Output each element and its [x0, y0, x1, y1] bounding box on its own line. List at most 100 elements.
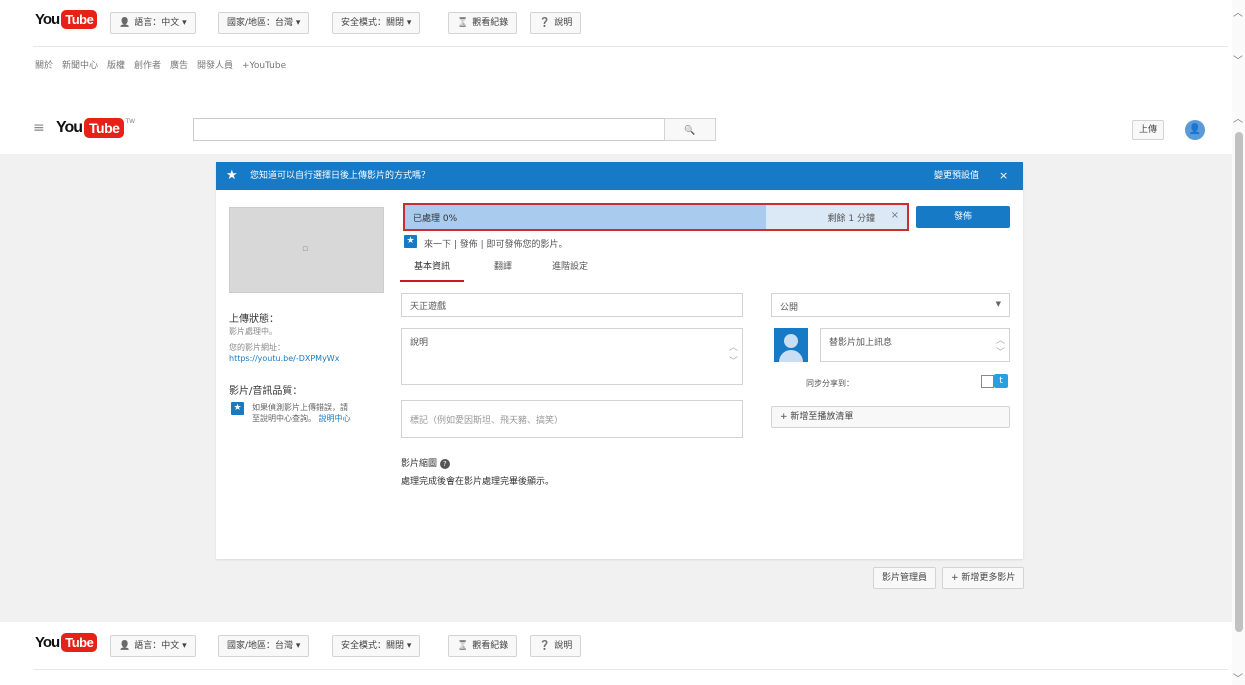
pill-label: 國家/地區：台灣 ▾ [227, 641, 301, 651]
share-message-input[interactable]: 替影片加上訊息 ︿ ﹀ [820, 328, 1010, 362]
header-pill-4[interactable]: ❓ 說明 [530, 635, 582, 657]
header-pill-4[interactable]: ❓ 說明 [530, 12, 582, 34]
progress-fill [405, 205, 767, 229]
header-pill-0[interactable]: 👤 語言：中文 ▾ [110, 635, 196, 657]
description-placeholder: 說明 [410, 338, 429, 348]
upload-progress-bar: 已處理 0% 剩餘 1 分鐘 × [403, 203, 909, 231]
pill-label: 說明 [554, 18, 573, 28]
hourglass-icon: ⌛ [457, 18, 469, 28]
cancel-upload-icon[interactable]: × [891, 210, 899, 221]
footer-header-pills: 👤 語言：中文 ▾ 國家/地區：台灣 ▾ 安全模式：關閉 ▾ ⌛ 觀看紀錄 ❓ 說明 [110, 635, 610, 657]
help-icon[interactable]: ? [439, 459, 450, 469]
description-textarea[interactable]: 說明 ︿ ﹀ [401, 328, 743, 385]
twitter-icon[interactable]: t [994, 374, 1008, 388]
playlist-label: + 新增至播放清單 [780, 412, 854, 422]
tags-input[interactable]: 標記（例如愛因斯坦、飛天豬、搞笑） [401, 400, 743, 438]
header-pill-1[interactable]: 國家/地區：台灣 ▾ [218, 635, 310, 657]
share-label: 同步分享到： [806, 379, 854, 388]
textarea-scroll-icon: ︿ ﹀ [995, 336, 1005, 358]
account-avatar[interactable]: 👤 [1185, 120, 1205, 140]
close-icon[interactable]: × [999, 162, 1008, 190]
share-checkbox[interactable] [981, 375, 994, 388]
logo-tube-text: Tube [84, 118, 125, 138]
star-icon: ★ [226, 168, 238, 183]
person-icon: 👤 [119, 641, 131, 651]
textarea-scroll-icon: ︿ ﹀ [728, 343, 738, 367]
pill-label: 國家/地區：台灣 ▾ [227, 18, 301, 28]
tags-placeholder: 標記（例如愛因斯坦、飛天豬、搞笑） [410, 416, 564, 426]
notify-text: 來一下 | 發佈 | 即可發佈您的影片。 [424, 240, 568, 250]
upload-button[interactable]: 上傳 [1132, 120, 1165, 140]
progress-label: 已處理 0% [413, 214, 458, 224]
upload-label: 上傳 [1139, 125, 1158, 135]
header-pill-2[interactable]: 安全模式：關閉 ▾ [332, 12, 421, 34]
upload-status-value: 影片處理中。 [229, 327, 277, 336]
quality-title: 影片/音訊品質： [229, 386, 303, 397]
visibility-select[interactable]: 公開 ▼ [771, 293, 1010, 317]
video-thumbnail: ▫ [229, 207, 384, 293]
search-button[interactable]: 🔍 [664, 118, 716, 141]
publish-button[interactable]: 發佈 [916, 206, 1010, 228]
masthead-youtube-logo[interactable]: You Tube TW [56, 118, 135, 138]
title-input[interactable] [401, 293, 743, 317]
pill-label: 安全模式：關閉 ▾ [341, 18, 412, 28]
video-manager-label: 影片管理員 [882, 573, 928, 583]
visibility-value: 公開 [780, 303, 799, 313]
pill-label: 觀看紀錄 [472, 18, 509, 28]
quality-star-icon: ★ [231, 402, 244, 415]
video-link-url[interactable]: https://youtu.be/-DXPMyWx [229, 354, 339, 363]
tab-basic-info[interactable]: 基本資訊 [414, 259, 450, 272]
hourglass-icon: ⌛ [457, 641, 469, 651]
video-manager-button[interactable]: 影片管理員 [873, 567, 937, 589]
search-icon: 🔍 [684, 126, 696, 136]
active-tab-indicator [400, 280, 464, 282]
header-pill-3[interactable]: ⌛ 觀看紀錄 [448, 12, 518, 34]
top-divider [33, 46, 1228, 47]
header-pill-3[interactable]: ⌛ 觀看紀錄 [448, 635, 518, 657]
header-pill-2[interactable]: 安全模式：關閉 ▾ [332, 635, 421, 657]
footer-youtube-logo[interactable]: You Tube [35, 633, 98, 652]
video-link-label: 您的影片網址： [229, 343, 285, 352]
share-placeholder: 替影片加上訊息 [829, 338, 893, 348]
logo-tube-text: Tube [61, 633, 98, 652]
add-more-videos-button[interactable]: + 新增更多影片 [942, 567, 1025, 589]
search-input[interactable] [193, 118, 665, 141]
thumbnail-section-text: 處理完成後會在影片處理完畢後顯示。 [401, 477, 555, 487]
logo-you-text: You [35, 634, 60, 651]
share-avatar [774, 328, 808, 362]
scroll-down-icon[interactable]: ﹀ [1233, 52, 1243, 67]
scroll-down-icon[interactable]: ﹀ [1233, 670, 1243, 685]
banner-settings-link[interactable]: 變更預設值 [934, 162, 979, 190]
scroll-up-icon[interactable]: ︿ [1233, 4, 1243, 19]
user-silhouette-icon [784, 334, 798, 348]
bottom-divider [33, 669, 1228, 670]
add-to-playlist-button[interactable]: + 新增至播放清單 [771, 406, 1010, 428]
thumbnail-section-title: 影片縮圖 ? [401, 456, 450, 469]
tip-banner: ★ 您知道可以自行選擇日後上傳影片的方式嗎？ 變更預設值 × [216, 162, 1023, 190]
scrollbar-thumb[interactable] [1235, 132, 1243, 632]
pill-label: 觀看紀錄 [472, 641, 509, 651]
add-more-label: + 新增更多影片 [951, 573, 1016, 583]
tab-advanced[interactable]: 進階設定 [552, 259, 588, 272]
thumbnail-section-label: 影片縮圖 [401, 459, 438, 469]
progress-remaining: 剩餘 1 分鐘 [827, 214, 875, 224]
header-pill-1[interactable]: 國家/地區：台灣 ▾ [218, 12, 310, 34]
logo-you-text: You [56, 119, 83, 136]
guide-menu-icon[interactable]: ≡ [33, 120, 45, 136]
help-center-link[interactable]: 說明中心 [319, 414, 351, 423]
pill-label: 語言：中文 ▾ [134, 641, 187, 651]
chevron-down-icon: ▼ [995, 300, 1001, 308]
pill-label: 說明 [554, 641, 573, 651]
header-pill-0[interactable]: 👤 語言：中文 ▾ [110, 12, 196, 34]
notify-star-icon[interactable]: ★ [404, 235, 417, 248]
top-youtube-logo[interactable]: You Tube [35, 10, 98, 29]
top-footer-links[interactable]: 關於 新聞中心 版權 創作者 廣告 開發人員 +YouTube [35, 58, 286, 71]
upload-status-title: 上傳狀態： [229, 314, 279, 325]
logo-you-text: You [35, 11, 60, 28]
tab-translation[interactable]: 翻譯 [494, 259, 512, 272]
person-icon: 👤 [119, 18, 131, 28]
quality-description: 如果偵測影片上傳錯誤，請至說明中心查詢。 說明中心 [252, 402, 352, 424]
scroll-up-icon[interactable]: ︿ [1233, 110, 1243, 125]
pill-label: 語言：中文 ▾ [134, 18, 187, 28]
help-icon: ❓ [539, 641, 551, 651]
